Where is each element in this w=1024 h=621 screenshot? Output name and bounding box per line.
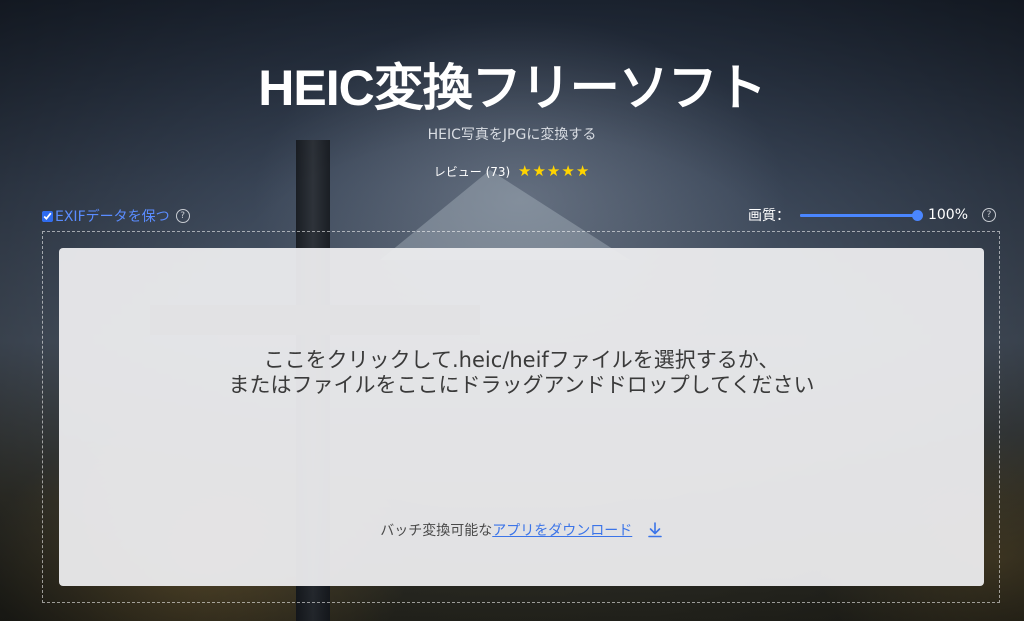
file-dropzone[interactable]: ここをクリックして.heic/heifファイルを選択するか、 またはファイルをこ… xyxy=(59,248,984,586)
quality-value: 100% xyxy=(927,207,968,223)
exif-option[interactable]: EXIFデータを保つ ? xyxy=(42,206,190,226)
dropzone-line-2: またはファイルをここにドラッグアンドドロップしてください xyxy=(228,373,815,397)
help-circle-icon[interactable]: ? xyxy=(982,208,996,222)
review-count: (73) xyxy=(485,165,511,179)
download-app-link[interactable]: アプリをダウンロード xyxy=(492,523,632,539)
exif-label[interactable]: EXIFデータを保つ xyxy=(55,206,170,226)
quality-control: 画質： 100% ? xyxy=(748,205,996,225)
exif-checkbox[interactable] xyxy=(42,210,53,222)
help-circle-icon[interactable]: ? xyxy=(175,209,190,223)
page-subtitle: HEIC写真をJPGに変換する xyxy=(427,127,597,143)
dropzone-instructions: ここをクリックして.heic/heifファイルを選択するか、 またはファイルをこ… xyxy=(59,348,984,398)
dropzone-line-1: ここをクリックして.heic/heifファイルを選択するか、 xyxy=(263,348,780,372)
download-icon[interactable] xyxy=(647,522,663,542)
star-icon: ★★★★★ xyxy=(518,162,591,180)
quality-label: 画質： xyxy=(747,208,790,224)
quality-slider[interactable] xyxy=(799,209,923,221)
batch-prefix: バッチ変換可能な xyxy=(380,523,493,539)
batch-download-row: バッチ変換可能なアプリをダウンロード xyxy=(59,520,984,542)
review-label: レビュー xyxy=(433,165,482,179)
quality-slider-thumb[interactable] xyxy=(911,209,923,221)
review-rating: レビュー (73) ★★★★★ xyxy=(0,162,1024,180)
quality-slider-fill xyxy=(799,213,918,217)
page-title: HEIC変換フリーソフト xyxy=(258,60,766,116)
